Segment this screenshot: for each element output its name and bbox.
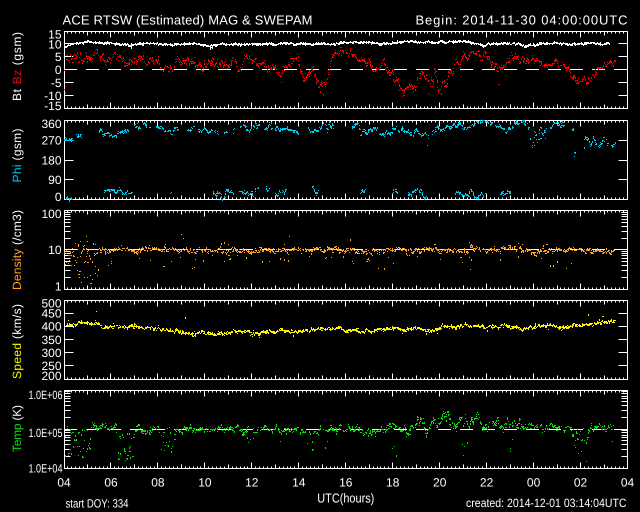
svg-text:500: 500 xyxy=(41,297,61,311)
svg-text:08: 08 xyxy=(151,476,165,490)
svg-text:12: 12 xyxy=(245,476,259,490)
svg-text:250: 250 xyxy=(41,359,61,373)
svg-text:Speed (km/s): Speed (km/s) xyxy=(10,304,24,379)
svg-text:0: 0 xyxy=(55,190,62,204)
svg-text:04: 04 xyxy=(57,476,71,490)
svg-text:18: 18 xyxy=(386,476,400,490)
svg-text:Begin: 2014-11-30 04:00:00UTC: Begin: 2014-11-30 04:00:00UTC xyxy=(416,12,628,27)
svg-text:Density (/cm3): Density (/cm3) xyxy=(10,210,24,290)
svg-text:1.0E+06: 1.0E+06 xyxy=(29,388,63,402)
svg-text:10: 10 xyxy=(198,476,212,490)
svg-text:-15: -15 xyxy=(44,99,62,113)
svg-text:UTC(hours): UTC(hours) xyxy=(317,491,374,506)
svg-text:10: 10 xyxy=(48,37,62,51)
svg-text:300: 300 xyxy=(41,346,61,360)
svg-text:Bt Bz (gsm): Bt Bz (gsm) xyxy=(10,32,24,101)
svg-text:10: 10 xyxy=(48,243,62,257)
svg-text:Temp (K): Temp (K) xyxy=(10,405,24,452)
svg-text:start DOY: 334: start DOY: 334 xyxy=(66,497,129,511)
svg-text:180: 180 xyxy=(41,153,61,167)
svg-text:02: 02 xyxy=(574,476,588,490)
svg-text:0: 0 xyxy=(55,63,62,77)
svg-text:14: 14 xyxy=(292,476,306,490)
svg-text:1.0E+05: 1.0E+05 xyxy=(29,426,63,440)
svg-text:20: 20 xyxy=(433,476,447,490)
svg-text:06: 06 xyxy=(104,476,118,490)
svg-text:-5: -5 xyxy=(51,76,62,90)
svg-text:400: 400 xyxy=(41,320,61,334)
svg-text:270: 270 xyxy=(41,134,61,148)
svg-text:360: 360 xyxy=(41,117,61,131)
svg-text:Phi (gsm): Phi (gsm) xyxy=(10,129,24,183)
svg-text:22: 22 xyxy=(480,476,494,490)
svg-text:04: 04 xyxy=(621,476,635,490)
svg-text:1: 1 xyxy=(55,279,62,293)
svg-text:350: 350 xyxy=(41,333,61,347)
svg-text:100: 100 xyxy=(41,207,61,221)
svg-text:5: 5 xyxy=(55,50,62,64)
svg-text:1.0E+04: 1.0E+04 xyxy=(29,462,63,476)
svg-text:16: 16 xyxy=(339,476,353,490)
svg-text:created: 2014-12-01 03:14:04UT: created: 2014-12-01 03:14:04UTC xyxy=(466,496,627,510)
svg-text:90: 90 xyxy=(48,173,62,187)
svg-text:ACE RTSW (Estimated) MAG & SWE: ACE RTSW (Estimated) MAG & SWEPAM xyxy=(63,12,313,27)
svg-text:00: 00 xyxy=(527,476,541,490)
